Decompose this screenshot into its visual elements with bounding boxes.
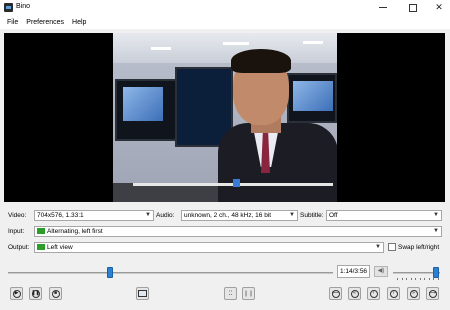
close-icon: ✕ (435, 2, 443, 12)
seek-thumb[interactable] (106, 267, 113, 278)
seek-forward-short-button[interactable]: › (387, 287, 400, 300)
play-button[interactable]: ▶ (10, 287, 23, 300)
menu-help[interactable]: Help (68, 19, 90, 26)
ceiling-light (151, 47, 171, 50)
seek-forward-button[interactable]: » (407, 287, 420, 300)
volume-ticks (397, 278, 439, 280)
seek-forward-far-icon: ⟶ (428, 289, 437, 298)
video-value: 704x576, 1.33:1 (37, 212, 84, 219)
menu-file[interactable]: File (3, 19, 22, 26)
output-row: Output: Left view ▼ Swap left/right (6, 242, 444, 254)
input-value: Alternating, left first (47, 228, 103, 235)
ceiling-light (223, 42, 249, 45)
center-button[interactable]: ⁚⁚ (224, 287, 237, 300)
video-frame (113, 33, 337, 202)
app-icon (4, 3, 13, 12)
loop-button[interactable]: ❘❘ (242, 287, 255, 300)
onscreen-knob (233, 179, 240, 187)
input-row: Input: Alternating, left first ▼ (6, 226, 444, 238)
seek-back-icon: « (350, 289, 359, 298)
chevron-down-icon: ▼ (145, 212, 151, 218)
seek-slider[interactable] (8, 272, 333, 274)
subtitle-select[interactable]: Off ▼ (326, 210, 442, 221)
output-mode-icon (37, 243, 45, 250)
title-bar: Bino ✕ (0, 0, 450, 15)
menu-preferences[interactable]: Preferences (22, 19, 68, 26)
maximize-icon (409, 3, 417, 12)
seek-back-far-button[interactable]: ⟵ (329, 287, 342, 300)
monitor-right (287, 73, 337, 123)
subtitle-label: Subtitle: (300, 212, 324, 219)
video-display[interactable] (4, 33, 445, 202)
fullscreen-button[interactable] (136, 287, 149, 300)
input-label: Input: (8, 228, 25, 235)
ceiling (113, 33, 337, 63)
person-suit (218, 123, 337, 202)
chevron-down-icon: ▼ (433, 228, 439, 234)
chevron-down-icon: ▼ (289, 212, 295, 218)
fullscreen-icon (138, 290, 147, 297)
video-label: Video: (8, 212, 27, 219)
audio-value: unknown, 2 ch., 48 kHz, 16 bit (184, 212, 272, 219)
chevron-down-icon: ▼ (375, 244, 381, 250)
menu-bar: File Preferences Help (0, 15, 450, 29)
ceiling-light (303, 41, 323, 44)
seek-back-short-icon: ‹ (369, 289, 378, 298)
monitor-screen (293, 81, 333, 111)
monitor-screen (123, 87, 163, 121)
window-title: Bino (16, 3, 31, 10)
person-hair (231, 49, 291, 73)
time-display: 1:14/3:56 (337, 265, 370, 278)
input-mode-icon (37, 227, 45, 234)
minimize-button[interactable] (368, 0, 398, 15)
volume-thumb[interactable] (433, 267, 440, 278)
play-icon: ▶ (12, 289, 21, 298)
seek-back-short-button[interactable]: ‹ (367, 287, 380, 300)
pause-button[interactable]: ❚❚ (29, 287, 42, 300)
input-select[interactable]: Alternating, left first ▼ (34, 226, 442, 237)
volume-icon: ◀) (374, 266, 388, 277)
output-value: Left view (47, 244, 73, 251)
chevron-down-icon: ▼ (433, 212, 439, 218)
minimize-icon (379, 7, 387, 8)
audio-select[interactable]: unknown, 2 ch., 48 kHz, 16 bit ▼ (181, 210, 298, 221)
output-select[interactable]: Left view ▼ (34, 242, 384, 253)
subtitle-value: Off (329, 212, 338, 219)
seek-back-button[interactable]: « (348, 287, 361, 300)
seek-forward-short-icon: › (389, 289, 398, 298)
loop-icon: ❘❘ (243, 291, 254, 297)
stop-button[interactable]: ■ (49, 287, 62, 300)
stream-row: Video: 704x576, 1.33:1 ▼ Audio: unknown,… (6, 210, 444, 222)
seek-forward-far-button[interactable]: ⟶ (426, 287, 439, 300)
monitor-left (115, 79, 183, 141)
video-select[interactable]: 704x576, 1.33:1 ▼ (34, 210, 154, 221)
output-label: Output: (8, 244, 30, 251)
pause-icon: ❚❚ (31, 289, 40, 298)
close-button[interactable]: ✕ (424, 0, 450, 15)
seek-back-far-icon: ⟵ (331, 289, 340, 298)
stop-icon: ■ (51, 289, 60, 298)
swap-checkbox[interactable] (388, 243, 396, 251)
audio-label: Audio: (156, 212, 175, 219)
seek-forward-icon: » (409, 289, 418, 298)
center-icon: ⁚⁚ (228, 291, 233, 297)
swap-label: Swap left/right (398, 244, 440, 251)
